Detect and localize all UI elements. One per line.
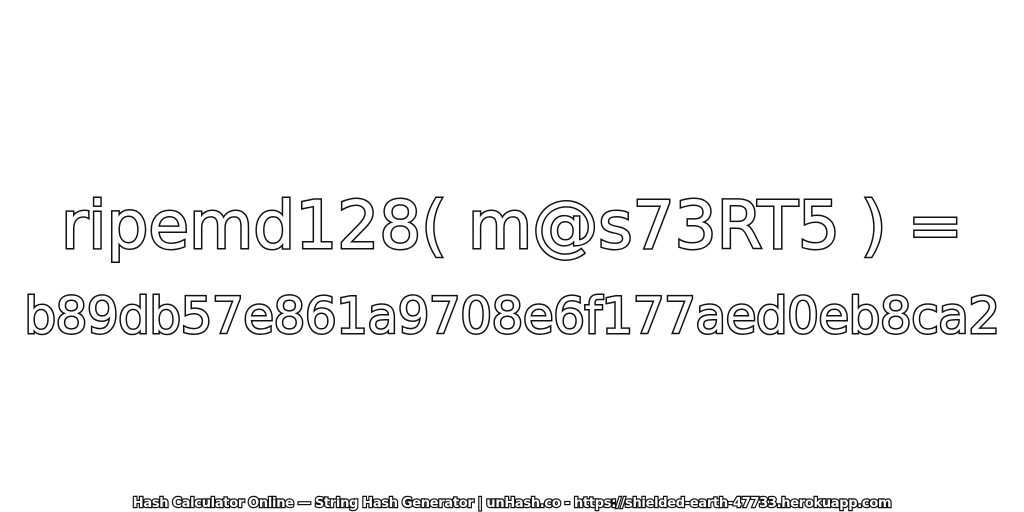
site-attribution-footer: Hash Calculator Online — String Hash Gen…: [132, 495, 893, 512]
hash-expression-heading: ripemd128( m@s73RT5 ) =: [60, 186, 965, 266]
hash-image-canvas: ripemd128( m@s73RT5 ) = b89db57e861a9708…: [0, 0, 1024, 512]
hash-result-value: b89db57e861a9708e6f177aed0eb8ca2: [23, 286, 1002, 347]
